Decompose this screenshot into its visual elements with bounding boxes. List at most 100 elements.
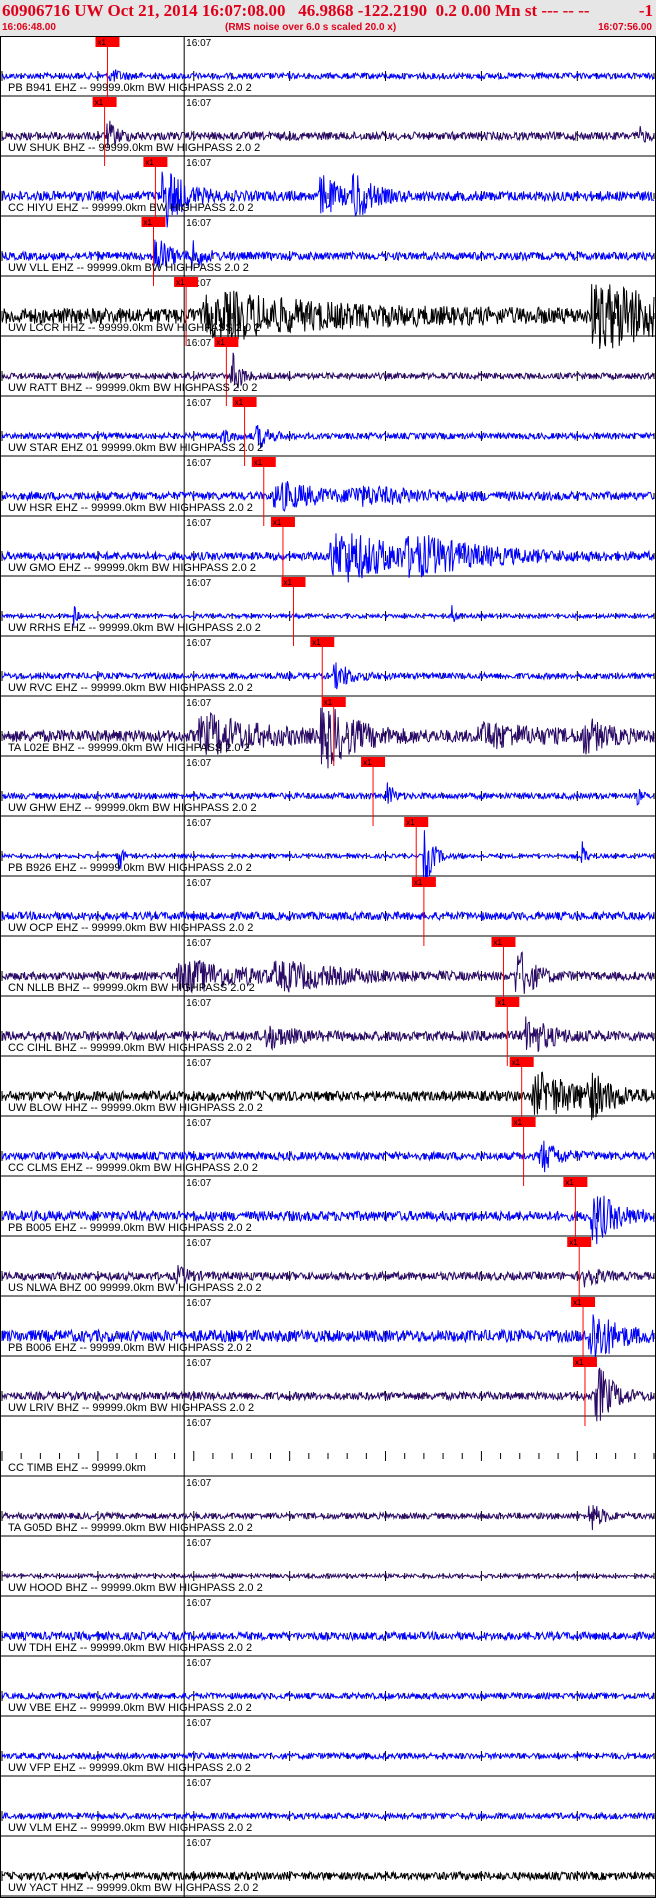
trace-uw-lriv: 16:07 x1 UW LRIV BHZ -- 99999.0km BW HIGHP…	[0, 1357, 656, 1426]
pick-label: x1	[216, 338, 225, 347]
pick-label: x1	[575, 1358, 584, 1367]
trace-uw-ratt: 16:07 x1 UW RATT BHZ -- 99999.0km BW HIGHP…	[0, 337, 656, 406]
station-label: US NLWA BHZ 00 99999.0km BW HIGHPASS 2.0…	[8, 1282, 262, 1294]
minute-label: 16:07	[186, 938, 211, 949]
pick-label: x1	[176, 278, 185, 287]
minute-label: 16:07	[186, 818, 211, 829]
trace-uw-hsr: 16:07 x1 UW HSR EHZ -- 99999.0km BW HIGHPA…	[0, 457, 656, 526]
station-label: CN NLLB BHZ -- 99999.0km BW HIGHPASS 2.0…	[8, 982, 255, 994]
pick-label: x1	[493, 938, 502, 947]
trace-uw-rvc: 16:07 x1 UW RVC EHZ -- 99999.0km BW HIGHPA…	[0, 637, 656, 706]
pick-label: x1	[97, 38, 106, 47]
station-label: UW STAR EHZ 01 99999.0km BW HIGHPASS 2.0…	[8, 442, 263, 454]
minute-label: 16:07	[186, 38, 211, 49]
trace-uw-shuk: 16:07 x1 UW SHUK BHZ -- 99999.0km BW HIGHP…	[0, 97, 656, 166]
station-label: PB B941 EHZ -- 99999.0km BW HIGHPASS 2.0…	[8, 82, 252, 94]
pick-label: x1	[569, 1238, 578, 1247]
rms-note: (RMS noise over 6.0 s scaled 20.0 x)	[225, 22, 397, 33]
station-label: UW LCCR HHZ -- 99999.0km BW HIGHPASS 2.0…	[8, 322, 260, 334]
station-label: CC CLMS EHZ -- 99999.0km BW HIGHPASS 2.0…	[8, 1162, 258, 1174]
minute-label: 16:07	[186, 98, 211, 109]
trace-cc-hiyu: 16:07 x1 CC HIYU EHZ -- 99999.0km BW HIGHP…	[0, 157, 656, 228]
pick-label: x1	[312, 638, 321, 647]
minute-label: 16:07	[186, 518, 211, 529]
station-label: TA L02E BHZ -- 99999.0km BW HIGHPASS 2.0…	[8, 742, 250, 754]
station-label: UW YACT HHZ -- 99999.0km BW HIGHPASS 2.0…	[8, 1882, 258, 1894]
station-label: UW TDH EHZ -- 99999.0km BW HIGHPASS 2.0 …	[8, 1642, 252, 1654]
trace-uw-yact: 16:07 UW YACT HHZ -- 99999.0km BW HIGHPAS…	[0, 1838, 656, 1897]
pick-label: x1	[363, 758, 372, 767]
trace-cc-clms: 16:07 x1 CC CLMS EHZ -- 99999.0km BW HIGHP…	[0, 1117, 656, 1186]
waveform	[1, 1195, 655, 1245]
station-label: TA G05D BHZ -- 99999.0km BW HIGHPASS 2.0…	[8, 1522, 253, 1534]
minute-label: 16:07	[186, 1058, 211, 1069]
minute-label: 16:07	[186, 158, 211, 169]
pick-label: x1	[512, 1058, 521, 1067]
minute-label: 16:07	[186, 1598, 211, 1609]
event-title: 60906716 UW Oct 21, 2014 16:07:08.00 46.…	[2, 1, 590, 20]
station-label: UW VFP EHZ -- 99999.0km BW HIGHPASS 2.0 …	[8, 1762, 251, 1774]
pick-label: x1	[145, 158, 154, 167]
trace-pb-b926: 16:07 x1 PB B926 EHZ -- 99999.0km BW HIGHP…	[0, 817, 656, 886]
trace-uw-tdh: 16:07 UW TDH EHZ -- 99999.0km BW HIGHPASS…	[0, 1598, 656, 1657]
trace-cn-nllb: 16:07 x1 CN NLLB BHZ -- 99999.0km BW HIGHP…	[0, 937, 656, 1006]
minute-label: 16:07	[186, 398, 211, 409]
minute-label: 16:07	[186, 878, 211, 889]
trace-uw-vbe: 16:07 UW VBE EHZ -- 99999.0km BW HIGHPASS…	[0, 1658, 656, 1717]
station-label: UW HSR EHZ -- 99999.0km BW HIGHPASS 2.0 …	[8, 502, 253, 514]
minute-label: 16:07	[186, 1418, 211, 1429]
minute-label: 16:07	[186, 758, 211, 769]
trace-uw-vlm: 16:07 UW VLM EHZ -- 99999.0km BW HIGHPASS…	[0, 1778, 656, 1837]
station-label: UW SHUK BHZ -- 99999.0km BW HIGHPASS 2.0…	[8, 142, 260, 154]
trace-pb-b005: 16:07 x1 PB B005 EHZ -- 99999.0km BW HIGHP…	[0, 1177, 656, 1246]
trace-uw-vfp: 16:07 UW VFP EHZ -- 99999.0km BW HIGHPASS…	[0, 1718, 656, 1777]
station-label: CC CIHL BHZ -- 99999.0km BW HIGHPASS 2.0…	[8, 1042, 252, 1054]
station-label: UW VBE EHZ -- 99999.0km BW HIGHPASS 2.0 …	[8, 1702, 252, 1714]
pick-label: x1	[143, 218, 152, 227]
minute-label: 16:07	[186, 1778, 211, 1789]
minute-label: 16:07	[186, 578, 211, 589]
minute-label: 16:07	[186, 1538, 211, 1549]
station-label: PB B006 EHZ -- 99999.0km BW HIGHPASS 2.0…	[8, 1342, 252, 1354]
pick-label: x1	[565, 1178, 574, 1187]
station-label: PB B005 EHZ -- 99999.0km BW HIGHPASS 2.0…	[8, 1222, 252, 1234]
waveform	[1, 69, 655, 82]
trace-uw-ocp: 16:07 x1 UW OCP EHZ -- 99999.0km BW HIGHPA…	[0, 877, 656, 946]
trace-uw-lccr: 16:07 x1 UW LCCR HHZ -- 99999.0km BW HIGHP…	[0, 277, 656, 349]
minute-label: 16:07	[186, 1298, 211, 1309]
minute-label: 16:07	[186, 1118, 211, 1129]
station-label: UW VLL EHZ -- 99999.0km BW HIGHPASS 2.0 …	[8, 262, 249, 274]
minute-label: 16:07	[186, 338, 211, 349]
event-title-end: -1	[638, 1, 653, 20]
station-label: UW LRIV BHZ -- 99999.0km BW HIGHPASS 2.0…	[8, 1402, 254, 1414]
pick-label: x1	[573, 1298, 582, 1307]
trace-ta-l02e: 16:07 x1 TA L02E BHZ -- 99999.0km BW HIGHP…	[0, 697, 656, 769]
trace-uw-vll: 16:07 x1 UW VLL EHZ -- 99999.0km BW HIGHPA…	[0, 217, 656, 286]
trace-uw-blow: 16:07 x1 UW BLOW HHZ -- 99999.0km BW HIGHP…	[0, 1057, 656, 1126]
waveform	[1, 707, 655, 769]
minute-label: 16:07	[186, 998, 211, 1009]
station-label: UW RRHS EHZ -- 99999.0km BW HIGHPASS 2.0…	[8, 622, 261, 634]
minute-label: 16:07	[186, 458, 211, 469]
waveform	[1, 533, 655, 583]
pick-label: x1	[497, 998, 506, 1007]
station-label: UW GMO EHZ -- 99999.0km BW HIGHPASS 2.0 …	[8, 562, 256, 574]
minute-label: 16:07	[186, 1478, 211, 1489]
minute-label: 16:07	[186, 1838, 211, 1849]
minute-label: 16:07	[186, 1358, 211, 1369]
minute-label: 16:07	[186, 1238, 211, 1249]
trace-ta-g05d: 16:07 TA G05D BHZ -- 99999.0km BW HIGHPAS…	[0, 1478, 656, 1537]
minute-label: 16:07	[186, 698, 211, 709]
seismogram-page: 60906716 UW Oct 21, 2014 16:07:08.00 46.…	[0, 0, 656, 1898]
trace-us-nlwa: 16:07 x1 US NLWA BHZ 00 99999.0km BW HIGHP…	[0, 1237, 656, 1306]
station-label: UW GHW EHZ -- 99999.0km BW HIGHPASS 2.0 …	[8, 802, 257, 814]
header-bar: 60906716 UW Oct 21, 2014 16:07:08.00 46.…	[0, 0, 656, 36]
waveform	[1, 284, 655, 349]
pick-label: x1	[254, 458, 263, 467]
pick-label: x1	[283, 578, 292, 587]
seismogram-plot: 16:07 x1 PB B941 EHZ -- 99999.0km BW HIGHP…	[0, 36, 656, 1898]
trace-uw-hood: 16:07 UW HOOD BHZ -- 99999.0km BW HIGHPAS…	[0, 1538, 656, 1597]
station-label: UW RATT BHZ -- 99999.0km BW HIGHPASS 2.0…	[8, 382, 257, 394]
trace-cc-timb: 16:07 CC TIMB EHZ -- 99999.0km	[0, 1418, 656, 1477]
trace-pb-b006: 16:07 x1 PB B006 EHZ -- 99999.0km BW HIGHP…	[0, 1297, 656, 1366]
